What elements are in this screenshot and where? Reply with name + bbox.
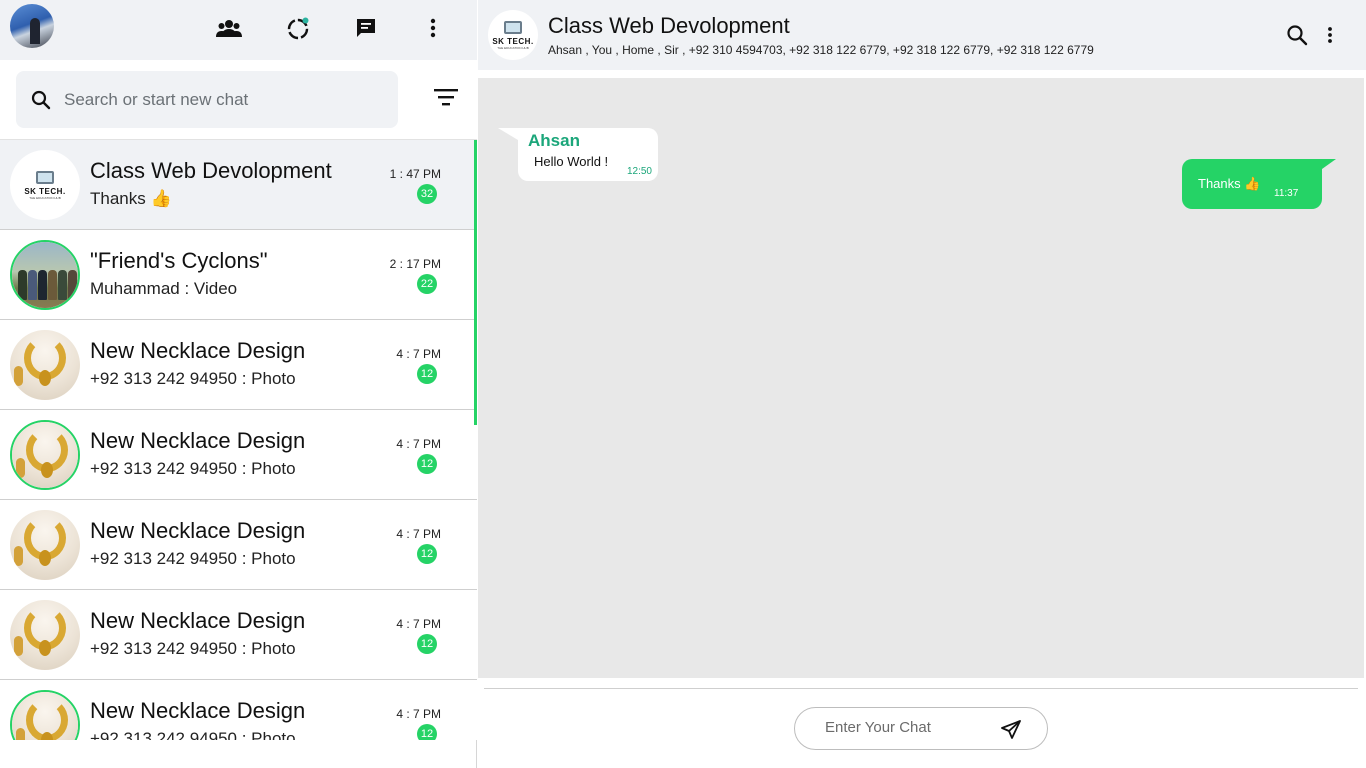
message-area: Ahsan Hello World ! 12:50 Thanks 👍 11:37 (478, 78, 1364, 678)
message-time: 11:37 (1274, 188, 1299, 199)
menu-dots-icon[interactable] (1323, 24, 1337, 46)
necklace-photo (10, 330, 80, 400)
send-icon[interactable] (1000, 719, 1022, 741)
chat-name: "Friend's Cyclons" (90, 248, 268, 273)
conversation-members: Ahsan , You , Home , Sir , +92 310 45947… (548, 43, 1094, 57)
unread-badge: 12 (417, 634, 437, 654)
filter-icon[interactable] (432, 84, 460, 112)
chat-avatar (10, 330, 80, 400)
chat-time: 4 : 7 PM (396, 347, 441, 361)
logo-text: SK TECH. (24, 186, 66, 196)
chat-last-message: Thanks 👍 (90, 189, 172, 208)
chat-name: New Necklace Design (90, 608, 306, 633)
chat-time: 1 : 47 PM (389, 167, 441, 181)
chat-avatar (10, 420, 80, 490)
necklace-photo (12, 422, 78, 488)
logo-text: SK TECH. (492, 36, 534, 46)
sk-tech-logo: SK TECH. THE EDUCATION HUB (10, 150, 80, 220)
chat-list-item[interactable]: SK TECH. THE EDUCATION HUB Class Web Devol… (0, 140, 477, 230)
group-avatar[interactable]: SK TECH. THE EDUCATION HUB (488, 10, 538, 60)
left-header (0, 0, 477, 60)
chat-last-message: +92 313 242 94950 : Photo (90, 459, 296, 478)
status-icon[interactable] (284, 14, 312, 42)
whatsapp-web-app: SK TECH.THE EDUCATION HUBClass Web Devol… (0, 0, 1366, 768)
chat-avatar (10, 510, 80, 580)
logo-subtext: THE EDUCATION HUB (29, 195, 61, 200)
chat-list-panel: SK TECH.THE EDUCATION HUB Class Web Devol… (0, 0, 477, 768)
conversation-title: Class Web Devolopment (548, 13, 790, 38)
chat-list: SK TECH. THE EDUCATION HUB Class Web Devol… (0, 140, 477, 740)
scroll-indicator[interactable] (474, 140, 477, 425)
search-input[interactable] (64, 89, 364, 110)
outgoing-message[interactable]: Thanks 👍 11:37 (1182, 159, 1336, 209)
chat-name: New Necklace Design (90, 338, 306, 363)
chat-list-item[interactable]: New Necklace Design +92 313 242 94950 : P… (0, 410, 477, 500)
new-chat-icon[interactable] (352, 14, 380, 42)
sk-tech-logo: SK TECH. THE EDUCATION HUB (488, 10, 538, 60)
chat-name: New Necklace Design (90, 698, 306, 723)
search-icon[interactable] (1286, 24, 1308, 46)
chat-list-item[interactable]: New Necklace Design +92 313 242 94950 : P… (0, 590, 477, 680)
chat-last-message: +92 313 242 94950 : Photo (90, 369, 296, 388)
message-text: Thanks 👍 (1198, 176, 1261, 191)
chat-time: 4 : 7 PM (396, 527, 441, 541)
message-sender: Ahsan (528, 131, 580, 150)
chat-time: 4 : 7 PM (396, 707, 441, 721)
unread-badge: 22 (417, 274, 437, 294)
message-time: 12:50 (626, 166, 652, 177)
chat-name: New Necklace Design (90, 518, 306, 543)
chat-time: 2 : 17 PM (389, 257, 441, 271)
group-photo (12, 242, 78, 308)
profile-avatar[interactable] (10, 4, 54, 48)
chat-list-item[interactable]: New Necklace Design +92 313 242 94950 : P… (0, 500, 477, 590)
search-box[interactable] (16, 71, 398, 128)
unread-badge: 12 (417, 454, 437, 474)
unread-badge: 12 (417, 544, 437, 564)
community-icon[interactable] (215, 14, 243, 42)
necklace-photo (12, 692, 78, 740)
chat-list-item[interactable]: "Friend's Cyclons" Muhammad : Video 2 : 17… (0, 230, 477, 320)
chat-last-message: +92 313 242 94950 : Photo (90, 639, 296, 658)
chat-avatar (10, 240, 80, 310)
search-icon (31, 90, 51, 109)
conversation-header[interactable]: SK TECH. THE EDUCATION HUB Class Web Dev… (478, 0, 1366, 70)
chat-last-message: Muhammad : Video (90, 279, 238, 298)
chat-time: 4 : 7 PM (396, 437, 441, 451)
message-text: Hello World ! (534, 154, 609, 169)
chat-avatar (10, 600, 80, 670)
chat-name: New Necklace Design (90, 428, 306, 453)
incoming-message[interactable]: Ahsan Hello World ! 12:50 (498, 128, 658, 181)
chat-time: 4 : 7 PM (396, 617, 441, 631)
search-row (0, 60, 477, 140)
chat-last-message: +92 313 242 94950 : Photo (90, 549, 296, 568)
chat-list-item[interactable]: New Necklace Design +92 313 242 94950 : P… (0, 680, 477, 740)
message-input[interactable] (825, 719, 975, 736)
chat-name: Class Web Devolopment (90, 158, 332, 183)
menu-dots-icon[interactable] (419, 14, 447, 42)
chat-list-item[interactable]: New Necklace Design +92 313 242 94950 : P… (0, 320, 477, 410)
chat-avatar: SK TECH. THE EDUCATION HUB (10, 150, 80, 220)
chat-last-message: +92 313 242 94950 : Photo (90, 729, 296, 740)
conversation-panel: SK TECH. THE EDUCATION HUB Class Web Dev… (478, 0, 1366, 768)
chat-avatar (10, 690, 80, 740)
logo-subtext: THE EDUCATION HUB (497, 45, 529, 50)
unread-badge: 12 (417, 364, 437, 384)
composer-divider (484, 688, 1358, 689)
composer (794, 707, 1048, 750)
unread-badge: 12 (417, 724, 437, 740)
necklace-photo (10, 510, 80, 580)
unread-badge: 32 (417, 184, 437, 204)
necklace-photo (10, 600, 80, 670)
